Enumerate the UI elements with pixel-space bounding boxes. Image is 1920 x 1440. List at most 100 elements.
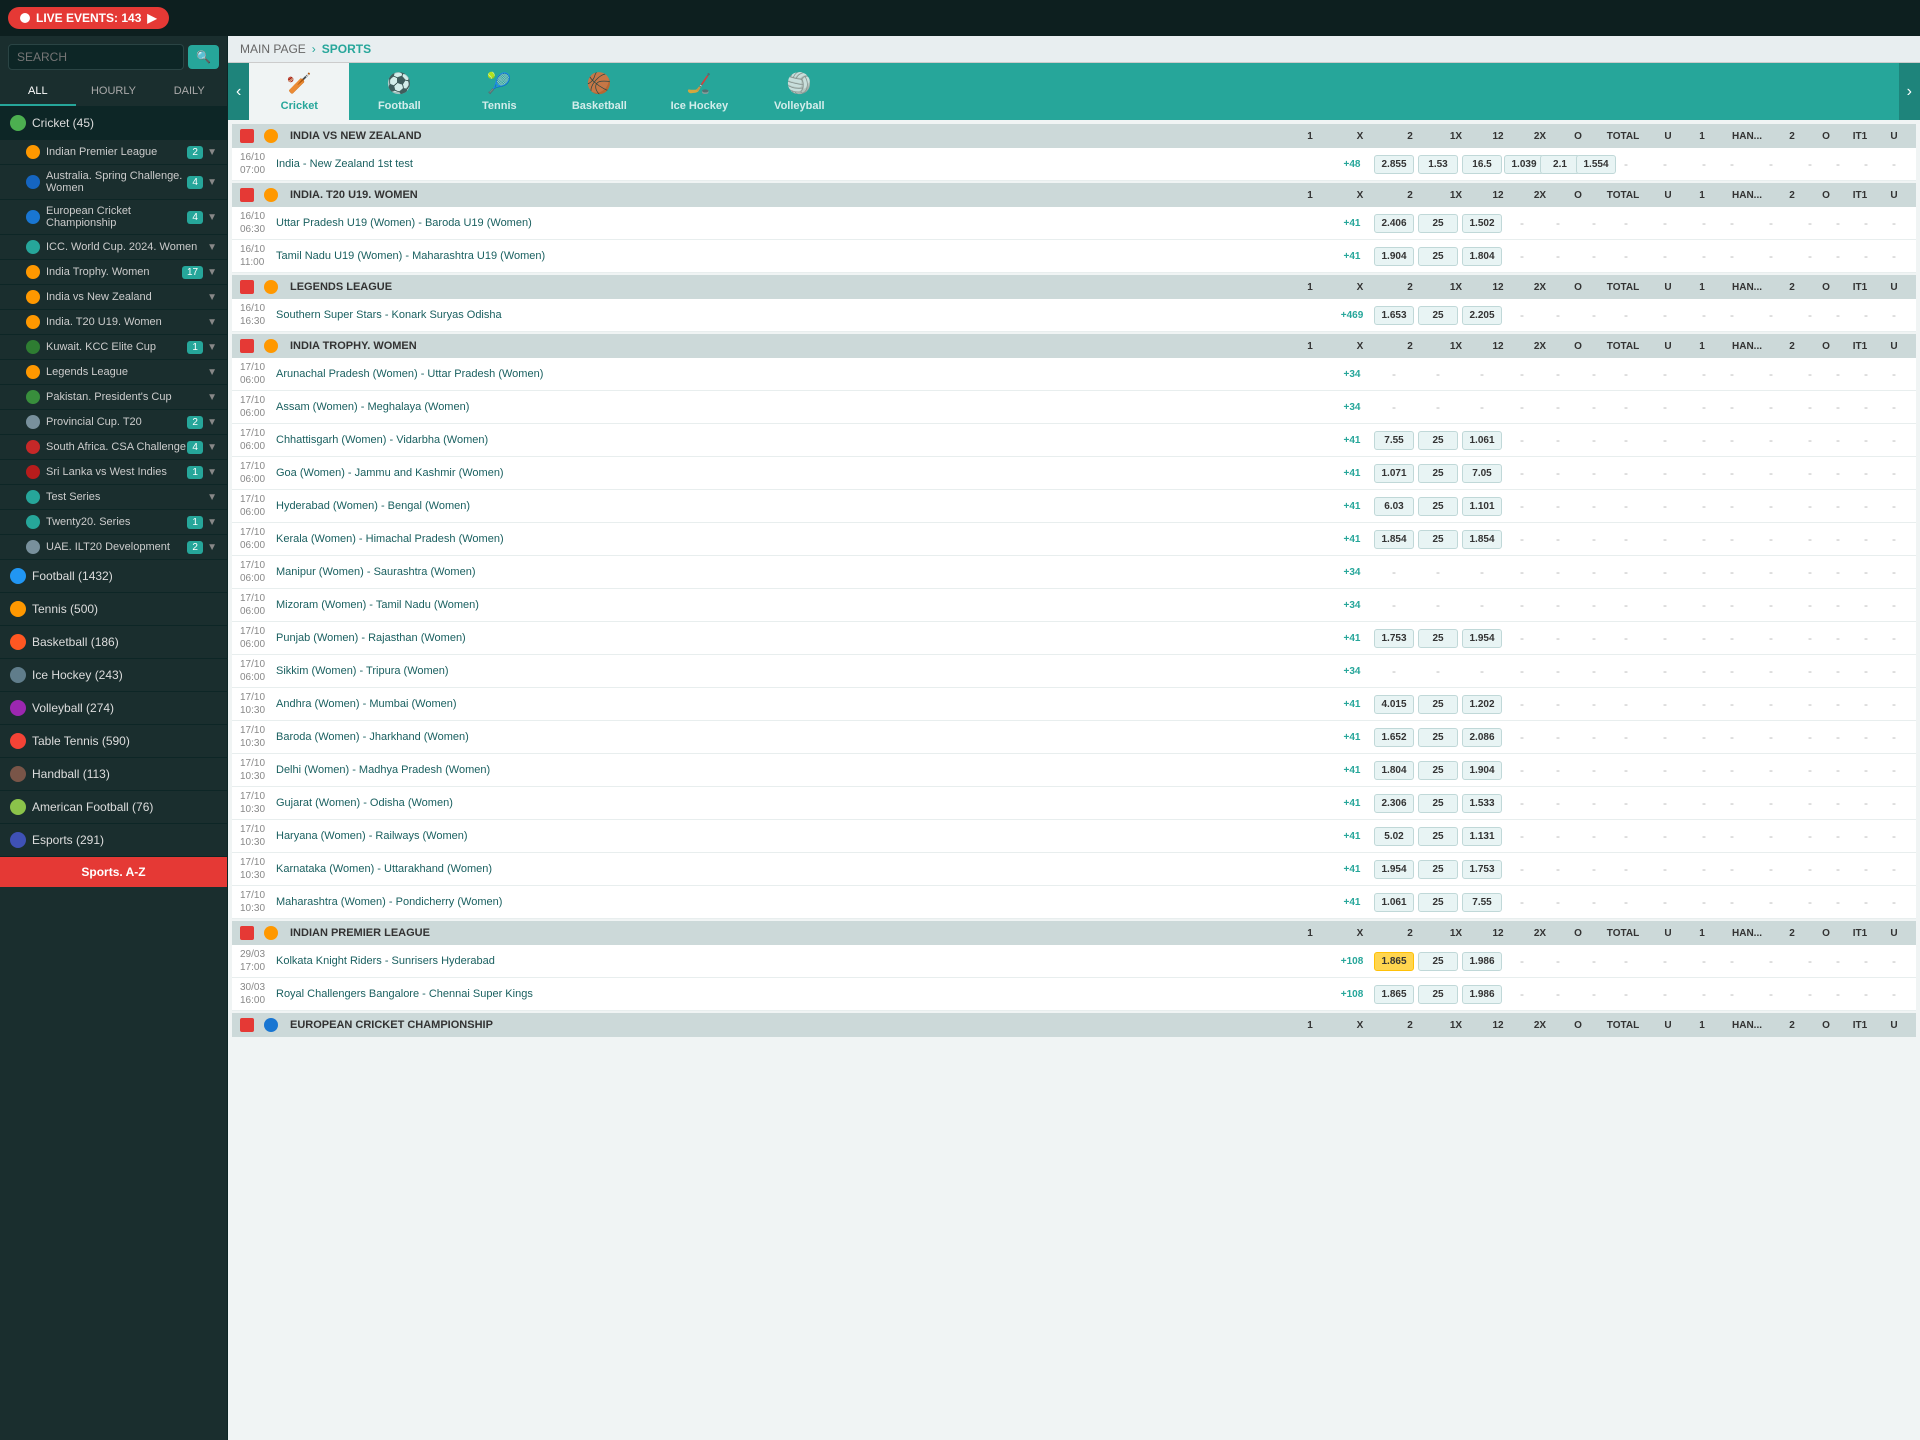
match-name[interactable]: Assam (Women) - Meghalaya (Women) <box>276 401 1332 413</box>
more-markets-button[interactable]: +41 <box>1332 831 1372 842</box>
odds-button-12[interactable]: 2.1 <box>1540 155 1580 174</box>
sports-tab-volleyball[interactable]: 🏐 Volleyball <box>749 63 849 120</box>
odds-button-1[interactable]: 1.854 <box>1374 530 1414 549</box>
sidebar-league-icc.-world-cup.-2024.-women[interactable]: ICC. World Cup. 2024. Women ▼ <box>0 235 227 260</box>
sidebar-league-south-africa.-csa-challenge[interactable]: South Africa. CSA Challenge 4 ▼ <box>0 435 227 460</box>
match-name[interactable]: Manipur (Women) - Saurashtra (Women) <box>276 566 1332 578</box>
match-name[interactable]: Gujarat (Women) - Odisha (Women) <box>276 797 1332 809</box>
odds-button-x[interactable]: 1.53 <box>1418 155 1458 174</box>
more-markets-button[interactable]: +41 <box>1332 468 1372 479</box>
odds-button-1[interactable]: 1.753 <box>1374 629 1414 648</box>
more-markets-button[interactable]: +34 <box>1332 600 1372 611</box>
sidebar-league-provincial-cup.-t20[interactable]: Provincial Cup. T20 2 ▼ <box>0 410 227 435</box>
sidebar-sport-volleyball[interactable]: Volleyball (274) <box>0 692 227 725</box>
match-name[interactable]: Kerala (Women) - Himachal Pradesh (Women… <box>276 533 1332 545</box>
odds-button-2[interactable]: 1.954 <box>1462 629 1502 648</box>
odds-button-1[interactable]: 2.306 <box>1374 794 1414 813</box>
sidebar-league-sri-lanka-vs-west-indies[interactable]: Sri Lanka vs West Indies 1 ▼ <box>0 460 227 485</box>
sidebar-sport-basketball[interactable]: Basketball (186) <box>0 626 227 659</box>
odds-button-2[interactable]: 1.986 <box>1462 985 1502 1004</box>
odds-button-1[interactable]: 1.954 <box>1374 860 1414 879</box>
more-markets-button[interactable]: +41 <box>1332 798 1372 809</box>
odds-button-1[interactable]: 1.904 <box>1374 247 1414 266</box>
sports-tab-basketball[interactable]: 🏀 Basketball <box>549 63 649 120</box>
league-header[interactable]: INDIA. T20 U19. WOMEN 1 X 2 1X 12 2X O T… <box>232 183 1916 207</box>
more-markets-button[interactable]: +41 <box>1332 699 1372 710</box>
live-events-button[interactable]: LIVE EVENTS: 143 ▶ <box>8 7 169 29</box>
league-header[interactable]: INDIAN PREMIER LEAGUE 1 X 2 1X 12 2X O T… <box>232 921 1916 945</box>
sidebar-sport-handball[interactable]: Handball (113) <box>0 758 227 791</box>
more-markets-button[interactable]: +41 <box>1332 732 1372 743</box>
odds-button-1[interactable]: 5.02 <box>1374 827 1414 846</box>
odds-button-x[interactable]: 25 <box>1418 761 1458 780</box>
more-markets-button[interactable]: +41 <box>1332 218 1372 229</box>
sidebar-bottom-link[interactable]: Sports. A-Z <box>0 857 227 887</box>
odds-button-x[interactable]: 25 <box>1418 794 1458 813</box>
match-name[interactable]: Punjab (Women) - Rajasthan (Women) <box>276 632 1332 644</box>
more-markets-button[interactable]: +41 <box>1332 633 1372 644</box>
match-name[interactable]: Sikkim (Women) - Tripura (Women) <box>276 665 1332 677</box>
odds-button-2[interactable]: 1.986 <box>1462 952 1502 971</box>
odds-button-x[interactable]: 25 <box>1418 306 1458 325</box>
match-name[interactable]: Arunachal Pradesh (Women) - Uttar Prades… <box>276 368 1332 380</box>
odds-button-x[interactable]: 25 <box>1418 728 1458 747</box>
odds-button-1[interactable]: 2.406 <box>1374 214 1414 233</box>
odds-button-2[interactable]: 2.086 <box>1462 728 1502 747</box>
odds-button-2[interactable]: 1.904 <box>1462 761 1502 780</box>
match-name[interactable]: Delhi (Women) - Madhya Pradesh (Women) <box>276 764 1332 776</box>
odds-button-x[interactable]: 25 <box>1418 464 1458 483</box>
match-name[interactable]: Goa (Women) - Jammu and Kashmir (Women) <box>276 467 1332 479</box>
odds-button-1[interactable]: 1.804 <box>1374 761 1414 780</box>
odds-button-x[interactable]: 25 <box>1418 860 1458 879</box>
match-name[interactable]: Uttar Pradesh U19 (Women) - Baroda U19 (… <box>276 217 1332 229</box>
odds-button-2[interactable]: 1.101 <box>1462 497 1502 516</box>
more-markets-button[interactable]: +48 <box>1332 159 1372 170</box>
odds-button-x[interactable]: 25 <box>1418 893 1458 912</box>
tabs-prev-button[interactable]: ‹ <box>228 63 249 120</box>
odds-button-2[interactable]: 16.5 <box>1462 155 1502 174</box>
filter-tab-hourly[interactable]: HOURLY <box>76 78 152 106</box>
league-header[interactable]: LEGENDS LEAGUE 1 X 2 1X 12 2X O TOTAL U … <box>232 275 1916 299</box>
match-name[interactable]: India - New Zealand 1st test <box>276 158 1332 170</box>
sidebar-sport-americanfootball[interactable]: American Football (76) <box>0 791 227 824</box>
sidebar-league-uae.-ilt20-development[interactable]: UAE. ILT20 Development 2 ▼ <box>0 535 227 560</box>
match-name[interactable]: Haryana (Women) - Railways (Women) <box>276 830 1332 842</box>
more-markets-button[interactable]: +108 <box>1332 989 1372 1000</box>
filter-tab-all[interactable]: ALL <box>0 78 76 106</box>
match-name[interactable]: Hyderabad (Women) - Bengal (Women) <box>276 500 1332 512</box>
odds-button-1[interactable]: 2.855 <box>1374 155 1414 174</box>
sidebar-league-european-cricket-championship[interactable]: European Cricket Championship 4 ▼ <box>0 200 227 235</box>
odds-button-1[interactable]: 4.015 <box>1374 695 1414 714</box>
odds-button-2[interactable]: 7.55 <box>1462 893 1502 912</box>
sidebar-league-india-vs-new-zealand[interactable]: India vs New Zealand ▼ <box>0 285 227 310</box>
sidebar-sport-tabletennis[interactable]: Table Tennis (590) <box>0 725 227 758</box>
odds-button-1[interactable]: 1.652 <box>1374 728 1414 747</box>
match-name[interactable]: Baroda (Women) - Jharkhand (Women) <box>276 731 1332 743</box>
odds-button-2[interactable]: 1.533 <box>1462 794 1502 813</box>
more-markets-button[interactable]: +41 <box>1332 864 1372 875</box>
sidebar-league-india-trophy.-women[interactable]: India Trophy. Women 17 ▼ <box>0 260 227 285</box>
breadcrumb-main[interactable]: MAIN PAGE <box>240 42 306 56</box>
odds-button-2[interactable]: 1.061 <box>1462 431 1502 450</box>
more-markets-button[interactable]: +34 <box>1332 402 1372 413</box>
match-name[interactable]: Kolkata Knight Riders - Sunrisers Hydera… <box>276 955 1332 967</box>
league-header[interactable]: INDIA VS NEW ZEALAND 1 X 2 1X 12 2X O TO… <box>232 124 1916 148</box>
odds-button-1[interactable]: 1.865 <box>1374 952 1414 971</box>
sidebar-league-pakistan.-president's-cup[interactable]: Pakistan. President's Cup ▼ <box>0 385 227 410</box>
more-markets-button[interactable]: +34 <box>1332 369 1372 380</box>
sports-tab-ice-hockey[interactable]: 🏒 Ice Hockey <box>649 63 749 120</box>
sports-tab-tennis[interactable]: 🎾 Tennis <box>449 63 549 120</box>
odds-button-1[interactable]: 1.865 <box>1374 985 1414 1004</box>
odds-button-x[interactable]: 25 <box>1418 695 1458 714</box>
odds-button-x[interactable]: 25 <box>1418 985 1458 1004</box>
league-header[interactable]: INDIA TROPHY. WOMEN 1 X 2 1X 12 2X O TOT… <box>232 334 1916 358</box>
odds-button-x[interactable]: 25 <box>1418 431 1458 450</box>
search-input[interactable] <box>8 44 184 70</box>
odds-button-1[interactable]: 1.061 <box>1374 893 1414 912</box>
odds-button-x[interactable]: 25 <box>1418 629 1458 648</box>
more-markets-button[interactable]: +41 <box>1332 765 1372 776</box>
odds-button-2[interactable]: 1.131 <box>1462 827 1502 846</box>
match-name[interactable]: Andhra (Women) - Mumbai (Women) <box>276 698 1332 710</box>
match-name[interactable]: Mizoram (Women) - Tamil Nadu (Women) <box>276 599 1332 611</box>
sidebar-sport-esports[interactable]: Esports (291) <box>0 824 227 857</box>
